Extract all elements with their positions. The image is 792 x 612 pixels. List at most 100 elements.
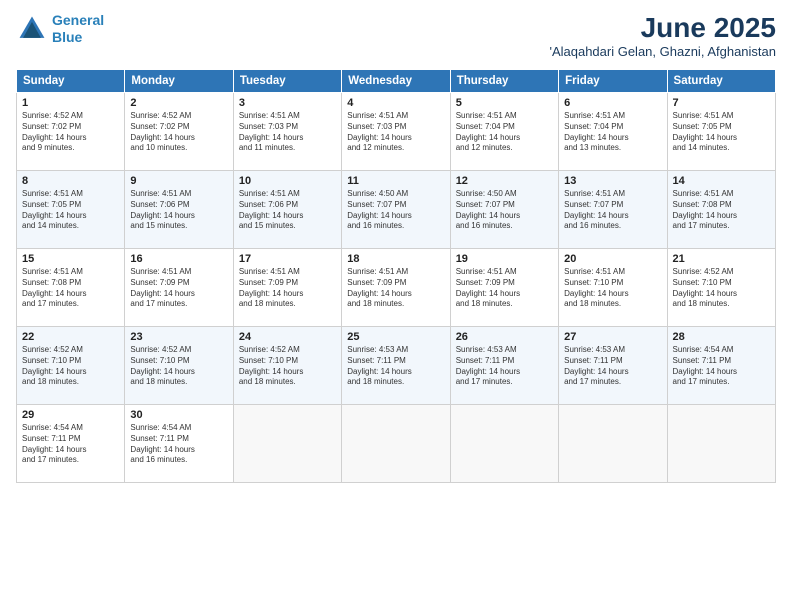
cell-line: Daylight: 14 hours [347, 289, 444, 300]
table-row: 3Sunrise: 4:51 AMSunset: 7:03 PMDaylight… [233, 93, 341, 171]
cell-line: Sunset: 7:09 PM [456, 278, 553, 289]
cell-line: Daylight: 14 hours [239, 211, 336, 222]
cell-line: Sunrise: 4:51 AM [456, 267, 553, 278]
table-row: 15Sunrise: 4:51 AMSunset: 7:08 PMDayligh… [17, 249, 125, 327]
table-row: 5Sunrise: 4:51 AMSunset: 7:04 PMDaylight… [450, 93, 558, 171]
day-number: 17 [239, 253, 336, 265]
cell-line: and 17 minutes. [130, 299, 227, 310]
cell-line: Sunset: 7:10 PM [22, 356, 119, 367]
cell-line: and 9 minutes. [22, 143, 119, 154]
cell-line: and 17 minutes. [673, 221, 770, 232]
table-row [450, 405, 558, 483]
cell-info: Sunrise: 4:51 AMSunset: 7:03 PMDaylight:… [347, 111, 444, 154]
day-number: 28 [673, 331, 770, 343]
cell-info: Sunrise: 4:52 AMSunset: 7:10 PMDaylight:… [22, 345, 119, 388]
cell-info: Sunrise: 4:53 AMSunset: 7:11 PMDaylight:… [564, 345, 661, 388]
cell-line: Sunset: 7:11 PM [564, 356, 661, 367]
cell-info: Sunrise: 4:54 AMSunset: 7:11 PMDaylight:… [130, 423, 227, 466]
day-number: 30 [130, 409, 227, 421]
cell-info: Sunrise: 4:54 AMSunset: 7:11 PMDaylight:… [673, 345, 770, 388]
table-row [342, 405, 450, 483]
cell-line: Daylight: 14 hours [22, 445, 119, 456]
cell-info: Sunrise: 4:52 AMSunset: 7:10 PMDaylight:… [239, 345, 336, 388]
table-row: 7Sunrise: 4:51 AMSunset: 7:05 PMDaylight… [667, 93, 775, 171]
table-row: 10Sunrise: 4:51 AMSunset: 7:06 PMDayligh… [233, 171, 341, 249]
cell-line: Sunset: 7:11 PM [456, 356, 553, 367]
cell-info: Sunrise: 4:54 AMSunset: 7:11 PMDaylight:… [22, 423, 119, 466]
cell-line: Sunset: 7:11 PM [347, 356, 444, 367]
cell-line: Daylight: 14 hours [347, 133, 444, 144]
cell-line: and 15 minutes. [239, 221, 336, 232]
day-number: 8 [22, 175, 119, 187]
cell-line: and 16 minutes. [347, 221, 444, 232]
table-row: 29Sunrise: 4:54 AMSunset: 7:11 PMDayligh… [17, 405, 125, 483]
cell-info: Sunrise: 4:51 AMSunset: 7:05 PMDaylight:… [22, 189, 119, 232]
cell-line: Sunset: 7:10 PM [239, 356, 336, 367]
cell-info: Sunrise: 4:51 AMSunset: 7:08 PMDaylight:… [673, 189, 770, 232]
cell-line: Sunrise: 4:52 AM [130, 345, 227, 356]
cell-line: Sunset: 7:02 PM [130, 122, 227, 133]
cell-line: Sunrise: 4:52 AM [130, 111, 227, 122]
cell-line: Sunrise: 4:50 AM [347, 189, 444, 200]
cell-info: Sunrise: 4:50 AMSunset: 7:07 PMDaylight:… [456, 189, 553, 232]
cell-line: Sunrise: 4:53 AM [347, 345, 444, 356]
cell-line: Sunrise: 4:53 AM [456, 345, 553, 356]
cell-line: Sunset: 7:11 PM [130, 434, 227, 445]
cell-line: Sunrise: 4:51 AM [673, 189, 770, 200]
cell-info: Sunrise: 4:51 AMSunset: 7:08 PMDaylight:… [22, 267, 119, 310]
col-tuesday: Tuesday [233, 70, 341, 93]
day-number: 25 [347, 331, 444, 343]
table-row [667, 405, 775, 483]
cell-line: and 17 minutes. [22, 455, 119, 466]
cell-line: and 18 minutes. [130, 377, 227, 388]
day-number: 6 [564, 97, 661, 109]
cell-line: Sunset: 7:03 PM [239, 122, 336, 133]
cell-line: Daylight: 14 hours [22, 367, 119, 378]
cell-line: Sunset: 7:02 PM [22, 122, 119, 133]
cell-line: and 13 minutes. [564, 143, 661, 154]
cell-info: Sunrise: 4:52 AMSunset: 7:10 PMDaylight:… [130, 345, 227, 388]
cell-line: Sunset: 7:04 PM [564, 122, 661, 133]
cell-line: and 18 minutes. [456, 299, 553, 310]
table-row [233, 405, 341, 483]
cell-line: Sunset: 7:03 PM [347, 122, 444, 133]
table-row: 6Sunrise: 4:51 AMSunset: 7:04 PMDaylight… [559, 93, 667, 171]
day-number: 13 [564, 175, 661, 187]
day-number: 7 [673, 97, 770, 109]
cell-info: Sunrise: 4:51 AMSunset: 7:04 PMDaylight:… [456, 111, 553, 154]
cell-line: and 17 minutes. [564, 377, 661, 388]
cell-line: Daylight: 14 hours [130, 211, 227, 222]
cell-line: and 17 minutes. [456, 377, 553, 388]
col-sunday: Sunday [17, 70, 125, 93]
cell-line: Sunset: 7:06 PM [130, 200, 227, 211]
cell-line: Sunrise: 4:51 AM [22, 267, 119, 278]
day-number: 10 [239, 175, 336, 187]
cell-line: Sunset: 7:11 PM [22, 434, 119, 445]
cell-line: and 16 minutes. [456, 221, 553, 232]
calendar-week-row: 29Sunrise: 4:54 AMSunset: 7:11 PMDayligh… [17, 405, 776, 483]
day-number: 21 [673, 253, 770, 265]
cell-line: Daylight: 14 hours [130, 133, 227, 144]
calendar-header-row: Sunday Monday Tuesday Wednesday Thursday… [17, 70, 776, 93]
table-row: 9Sunrise: 4:51 AMSunset: 7:06 PMDaylight… [125, 171, 233, 249]
cell-line: and 18 minutes. [22, 377, 119, 388]
cell-info: Sunrise: 4:51 AMSunset: 7:09 PMDaylight:… [456, 267, 553, 310]
table-row: 20Sunrise: 4:51 AMSunset: 7:10 PMDayligh… [559, 249, 667, 327]
table-row: 2Sunrise: 4:52 AMSunset: 7:02 PMDaylight… [125, 93, 233, 171]
table-row [559, 405, 667, 483]
cell-line: Sunset: 7:05 PM [22, 200, 119, 211]
day-number: 4 [347, 97, 444, 109]
cell-line: and 10 minutes. [130, 143, 227, 154]
cell-line: Sunset: 7:08 PM [673, 200, 770, 211]
day-number: 3 [239, 97, 336, 109]
cell-line: Sunrise: 4:51 AM [22, 189, 119, 200]
cell-line: Sunset: 7:07 PM [564, 200, 661, 211]
cell-line: Sunrise: 4:51 AM [347, 267, 444, 278]
cell-line: and 18 minutes. [564, 299, 661, 310]
table-row: 4 Sunrise: 4:51 AMSunset: 7:03 PMDaylight… [342, 93, 450, 171]
cell-line: Sunset: 7:07 PM [347, 200, 444, 211]
cell-line: and 18 minutes. [673, 299, 770, 310]
day-number: 9 [130, 175, 227, 187]
day-number: 24 [239, 331, 336, 343]
cell-line: Daylight: 14 hours [239, 133, 336, 144]
